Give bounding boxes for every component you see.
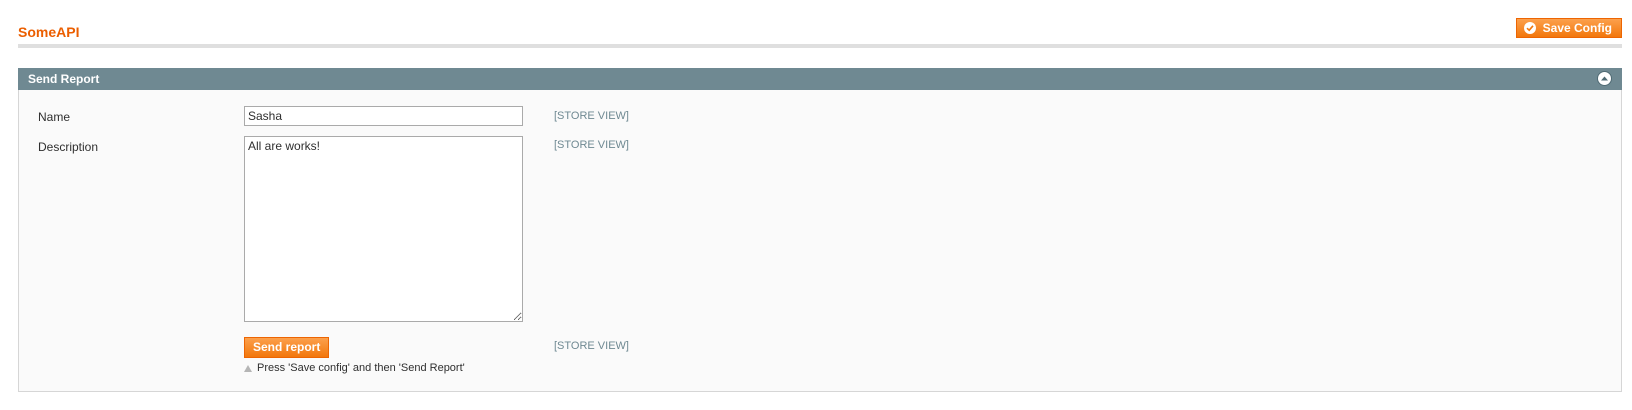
send-note-text: Press 'Save config' and then 'Send Repor… (257, 362, 465, 374)
description-label: Description (38, 140, 99, 154)
page: SomeAPI Save Config Send Report Name [ST… (0, 0, 1632, 410)
description-textarea[interactable]: All are works! (244, 136, 523, 322)
save-config-button[interactable]: Save Config (1515, 18, 1622, 38)
save-config-label: Save Config (1542, 21, 1612, 35)
name-label: Name (38, 110, 71, 124)
page-header: SomeAPI Save Config (18, 14, 1622, 50)
collapse-up-icon[interactable] (1597, 71, 1612, 86)
section-title: Send Report (28, 72, 100, 86)
send-report-button[interactable]: Send report (244, 337, 330, 358)
description-scope-label: [STORE VIEW] (554, 139, 629, 151)
check-circle-icon (1523, 22, 1536, 34)
triangle-up-icon (244, 364, 252, 372)
section-header[interactable]: Send Report (18, 68, 1622, 90)
name-input[interactable] (244, 106, 523, 126)
send-note: Press 'Save config' and then 'Send Repor… (244, 362, 465, 374)
page-title: SomeAPI (18, 24, 80, 40)
header-divider (18, 44, 1622, 48)
send-scope-label: [STORE VIEW] (554, 340, 629, 352)
name-scope-label: [STORE VIEW] (554, 110, 629, 122)
